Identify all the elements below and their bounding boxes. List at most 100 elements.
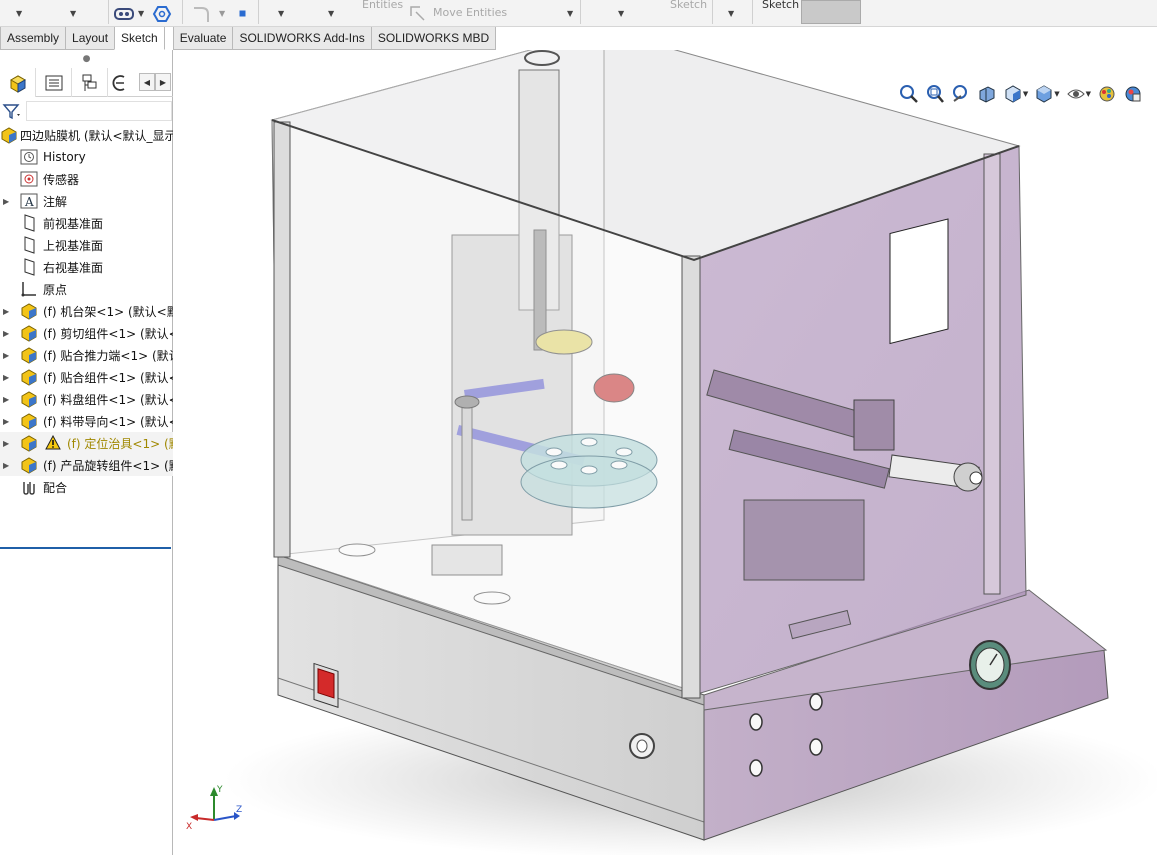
tree-item-sensors[interactable]: 传感器 — [0, 168, 173, 190]
move-entities-button[interactable]: Move Entities — [433, 0, 507, 26]
plane-icon — [20, 214, 38, 232]
heads-up-view-toolbar: ▼ ▼ ▼ — [895, 80, 1145, 108]
command-tabs: Assembly Layout Sketch Evaluate SOLIDWOR… — [0, 27, 497, 50]
feature-manager-panel: ● ◀ ▶ 四边贴膜机 (默认<默认_显示 History 传感器 ▶ A 注解… — [0, 50, 173, 855]
edit-appearance-button[interactable] — [1095, 81, 1119, 107]
dropdown-caret-3[interactable]: ▼ — [138, 0, 144, 27]
hide-show-dropdown-icon[interactable]: ▼ — [1086, 90, 1091, 98]
tree-item-component-warning[interactable]: ▶ (f) 定位治具<1> (默 — [0, 432, 173, 454]
point-icon[interactable] — [238, 0, 248, 27]
svg-text:A: A — [24, 195, 34, 209]
component-label: (f) 产品旋转组件<1> (默 — [43, 458, 173, 473]
dropdown-caret-6[interactable]: ▼ — [328, 0, 334, 27]
display-style-dropdown-icon[interactable]: ▼ — [1054, 90, 1059, 98]
fillet-icon[interactable] — [192, 0, 212, 27]
tab-assembly[interactable]: Assembly — [0, 27, 67, 50]
tree-item-component[interactable]: ▶ (f) 机台架<1> (默认<默认 — [0, 300, 173, 322]
section-view-icon — [979, 86, 995, 103]
filter-row — [0, 98, 173, 124]
tab-layout[interactable]: Layout — [65, 27, 116, 50]
plane-icon — [20, 236, 38, 254]
zoom-to-area-button[interactable] — [923, 81, 947, 107]
tree-item-top-plane[interactable]: 上视基准面 — [0, 234, 173, 256]
frame-post-left — [273, 121, 291, 558]
feature-manager-tab[interactable] — [0, 68, 36, 97]
section-view-button[interactable] — [975, 81, 999, 107]
configuration-manager-tab[interactable] — [72, 68, 108, 97]
dropdown-caret-2[interactable]: ▼ — [70, 0, 76, 27]
expand-arrow-icon[interactable]: ▶ — [3, 351, 9, 360]
scroll-left-button[interactable]: ◀ — [139, 73, 155, 91]
filter-icon[interactable] — [2, 102, 22, 120]
view-orientation-dropdown-icon[interactable]: ▼ — [1023, 90, 1028, 98]
move-entities-icon[interactable] — [408, 0, 428, 27]
polygon-icon[interactable] — [152, 0, 172, 27]
tree-root[interactable]: 四边贴膜机 (默认<默认_显示 — [0, 124, 173, 146]
filter-input[interactable] — [26, 101, 172, 121]
tree-item-origin[interactable]: 原点 — [0, 278, 173, 300]
expand-arrow-icon[interactable]: ▶ — [3, 395, 9, 404]
part-icon — [20, 346, 38, 364]
tree-item-annotations[interactable]: ▶ A 注解 — [0, 190, 173, 212]
tree-item-mates[interactable]: 配合 — [0, 476, 173, 498]
ghost-sketch-label: Sketch — [670, 0, 708, 11]
apply-scene-button[interactable] — [1121, 81, 1145, 107]
mates-icon — [20, 478, 38, 496]
previous-view-button[interactable] — [949, 81, 973, 107]
eye-icon — [1066, 89, 1085, 99]
tree-item-right-plane-label: 右视基准面 — [43, 260, 104, 275]
annotation-icon: A — [20, 192, 38, 210]
expand-arrow-icon[interactable]: ▶ — [3, 197, 9, 206]
ghost-entities-label: Entities — [362, 0, 404, 11]
expand-arrow-icon[interactable]: ▶ — [3, 439, 9, 448]
dimxpert-icon — [112, 74, 125, 91]
expand-arrow-icon[interactable]: ▶ — [3, 307, 9, 316]
expand-arrow-icon[interactable]: ▶ — [3, 329, 9, 338]
graphics-viewport[interactable]: ▼ ▼ ▼ Y Z X — [174, 50, 1157, 855]
part-icon — [20, 368, 38, 386]
tab-solidworks-mbd[interactable]: SOLIDWORKS MBD — [370, 27, 497, 50]
scene-icon — [1125, 86, 1141, 102]
linear-pattern-icon[interactable] — [114, 0, 134, 27]
tree-item-history[interactable]: History — [0, 146, 173, 168]
tree-item-component[interactable]: ▶ (f) 料带导向<1> (默认< — [0, 410, 173, 432]
scroll-right-button[interactable]: ▶ — [155, 73, 171, 91]
expand-arrow-icon[interactable]: ▶ — [3, 461, 9, 470]
history-icon — [20, 148, 38, 166]
zoom-to-fit-button[interactable] — [897, 81, 921, 107]
dropdown-caret-8[interactable]: ▼ — [618, 0, 624, 27]
dropdown-caret-7[interactable]: ▼ — [567, 0, 573, 27]
dropdown-caret-1[interactable]: ▼ — [16, 0, 22, 27]
tab-sketch[interactable]: Sketch — [114, 27, 165, 50]
tree-item-component[interactable]: ▶ (f) 产品旋转组件<1> (默 — [0, 454, 173, 476]
tree-item-component[interactable]: ▶ (f) 贴合推力端<1> (默认 — [0, 344, 173, 366]
tree-item-annotations-label: 注解 — [43, 194, 68, 209]
dropdown-caret-4[interactable]: ▼ — [219, 0, 225, 27]
display-style-button[interactable] — [1032, 81, 1056, 107]
tree-item-component[interactable]: ▶ (f) 料盘组件<1> (默认< — [0, 388, 173, 410]
tree-item-component[interactable]: ▶ (f) 贴合组件<1> (默认< — [0, 366, 173, 388]
configuration-manager-icon — [82, 74, 96, 91]
dropdown-caret-5[interactable]: ▼ — [278, 0, 284, 27]
dimxpert-tab[interactable] — [108, 68, 128, 97]
tab-evaluate[interactable]: Evaluate — [172, 27, 234, 50]
view-orientation-icon — [1005, 85, 1021, 103]
tab-solidworks-add-ins[interactable]: SOLIDWORKS Add-Ins — [232, 27, 372, 50]
sketch-preview-block[interactable] — [801, 0, 861, 24]
part-icon — [20, 324, 38, 342]
tree-item-component[interactable]: ▶ (f) 剪切组件<1> (默认< — [0, 322, 173, 344]
view-orientation-button[interactable] — [1001, 81, 1025, 107]
tree-item-right-plane[interactable]: 右视基准面 — [0, 256, 173, 278]
dropdown-caret-9[interactable]: ▼ — [728, 0, 734, 27]
expand-arrow-icon[interactable]: ▶ — [3, 417, 9, 426]
tree-item-front-plane-label: 前视基准面 — [43, 216, 104, 231]
expand-arrow-icon[interactable]: ▶ — [3, 373, 9, 382]
origin-icon — [20, 280, 38, 298]
panel-grip[interactable]: ● — [0, 50, 173, 68]
hide-show-items-button[interactable] — [1064, 81, 1088, 107]
assembly-icon — [0, 126, 18, 144]
property-manager-tab[interactable] — [36, 68, 72, 97]
frame-post-front — [681, 255, 701, 699]
panel-tab-scroll: ◀ ▶ — [139, 73, 171, 91]
tree-item-front-plane[interactable]: 前视基准面 — [0, 212, 173, 234]
